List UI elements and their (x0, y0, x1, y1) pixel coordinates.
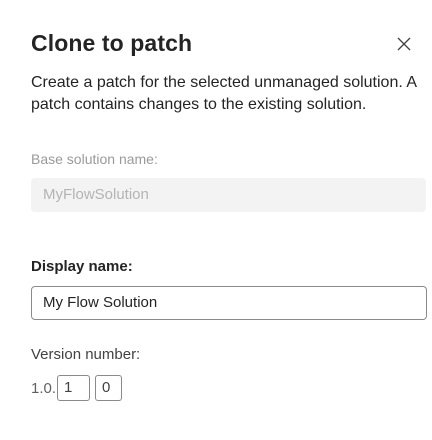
dialog-title: Clone to patch (31, 30, 193, 56)
base-solution-field: MyFlowSolution (31, 178, 426, 212)
display-name-input[interactable]: My Flow Solution (31, 286, 427, 320)
version-number-label: Version number: (31, 346, 141, 363)
version-major-input[interactable]: 1 (57, 375, 91, 401)
version-number-row: 1.0. 1 0 (31, 374, 123, 402)
base-solution-label: Base solution name: (31, 151, 158, 167)
close-icon (396, 36, 412, 57)
display-name-label: Display name: (31, 258, 133, 275)
dialog-description: Create a patch for the selected unmanage… (31, 74, 417, 113)
version-minor-input[interactable]: 0 (95, 375, 123, 401)
close-button[interactable] (392, 34, 416, 58)
clone-to-patch-dialog: Clone to patch Create a patch for the se… (0, 0, 432, 440)
version-prefix: 1.0. (31, 379, 57, 397)
